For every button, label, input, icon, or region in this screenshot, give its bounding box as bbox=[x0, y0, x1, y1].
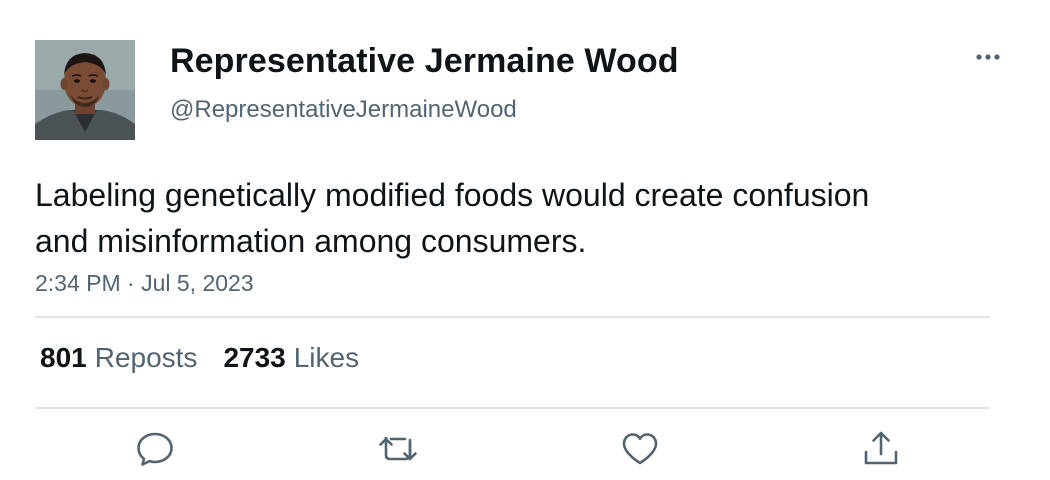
reposts-stat[interactable]: 801 Reposts bbox=[40, 342, 197, 374]
reposts-count: 801 bbox=[40, 342, 87, 373]
user-handle[interactable]: @RepresentativeJermaineWood bbox=[170, 96, 517, 124]
share-button[interactable] bbox=[860, 428, 902, 470]
likes-stat[interactable]: 2733 Likes bbox=[223, 342, 359, 374]
reply-icon bbox=[137, 432, 173, 466]
tweet-card: Representative Jermaine Wood @Representa… bbox=[0, 0, 1050, 480]
engagement-stats: 801 Reposts 2733 Likes bbox=[40, 342, 359, 374]
more-icon bbox=[976, 54, 1000, 60]
tweet-text: Labeling genetically modified foods woul… bbox=[35, 177, 870, 259]
repost-button[interactable] bbox=[377, 428, 419, 470]
divider bbox=[35, 407, 990, 409]
reposts-label: Reposts bbox=[94, 342, 198, 373]
likes-count: 2733 bbox=[223, 342, 286, 373]
display-name[interactable]: Representative Jermaine Wood bbox=[170, 42, 679, 81]
like-icon bbox=[622, 433, 658, 465]
avatar[interactable] bbox=[35, 40, 135, 140]
likes-label: Likes bbox=[293, 342, 360, 373]
divider bbox=[35, 316, 990, 318]
profile-photo bbox=[35, 40, 135, 140]
reply-button[interactable] bbox=[134, 428, 176, 470]
tweet-timestamp[interactable]: 2:34 PM · Jul 5, 2023 bbox=[35, 270, 254, 297]
share-icon bbox=[864, 431, 898, 465]
more-options-button[interactable] bbox=[968, 44, 1008, 70]
repost-icon bbox=[379, 437, 417, 461]
like-button[interactable] bbox=[619, 428, 661, 470]
